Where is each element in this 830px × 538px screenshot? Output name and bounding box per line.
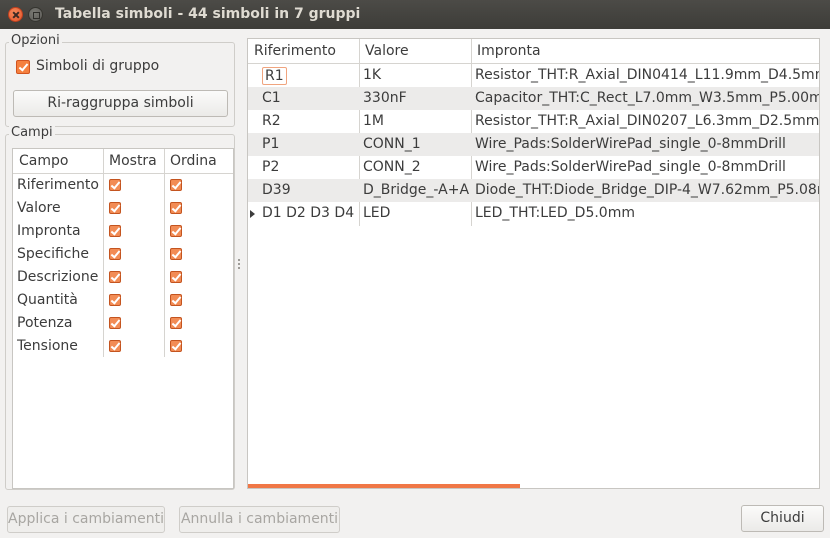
sort-field-checkbox[interactable] xyxy=(170,225,182,237)
column-header-campo[interactable]: Campo xyxy=(13,149,103,174)
field-row[interactable]: Tensione xyxy=(13,335,233,358)
symbol-value: CONN_1 xyxy=(363,136,421,152)
splitter-handle[interactable] xyxy=(237,259,241,271)
symbol-value: D_Bridge_-A+A xyxy=(363,182,469,198)
field-row[interactable]: Potenza xyxy=(13,312,233,335)
symbol-row[interactable]: D39 D_Bridge_-A+A Diode_THT:Diode_Bridge_D… xyxy=(248,179,819,202)
title-bar: Tabella simboli - 44 simboli in 7 gruppi xyxy=(0,0,830,29)
symbol-row[interactable]: P2 CONN_2 Wire_Pads:SolderWirePad_single_0… xyxy=(248,156,819,179)
symbol-row[interactable]: P1 CONN_1 Wire_Pads:SolderWirePad_single_0… xyxy=(248,133,819,156)
field-row[interactable]: Specifiche xyxy=(13,243,233,266)
column-header-valore[interactable]: Valore xyxy=(359,39,471,64)
symbol-row[interactable]: R2 1M Resistor_THT:R_Axial_DIN0207_L6.3mm_… xyxy=(248,110,819,133)
field-row[interactable]: Riferimento xyxy=(13,174,233,197)
symbol-reference: P2 xyxy=(262,159,280,175)
options-group-label: Opzioni xyxy=(9,33,62,48)
field-row[interactable]: Valore xyxy=(13,197,233,220)
show-field-checkbox[interactable] xyxy=(109,248,121,260)
show-field-checkbox[interactable] xyxy=(109,202,121,214)
symbol-footprint: Capacitor_THT:C_Rect_L7.0mm_W3.5mm_P5.00… xyxy=(475,90,819,106)
show-field-checkbox[interactable] xyxy=(109,340,121,352)
symbol-reference: R2 xyxy=(262,113,281,129)
field-name: Valore xyxy=(17,200,61,216)
field-name: Quantità xyxy=(17,292,78,308)
field-name: Potenza xyxy=(17,315,73,331)
sort-field-checkbox[interactable] xyxy=(170,271,182,283)
field-name: Descrizione xyxy=(17,269,99,285)
symbol-footprint: Wire_Pads:SolderWirePad_single_0-8mmDril… xyxy=(475,136,786,152)
symbol-value: 330nF xyxy=(363,90,407,106)
show-field-checkbox[interactable] xyxy=(109,225,121,237)
symbol-footprint: Resistor_THT:R_Axial_DIN0414_L11.9mm_D4.… xyxy=(475,67,819,83)
field-row[interactable]: Quantità xyxy=(13,289,233,312)
column-header-impronta[interactable]: Impronta xyxy=(471,39,819,64)
maximize-window-icon[interactable] xyxy=(28,7,43,22)
field-name: Impronta xyxy=(17,223,81,239)
sort-field-checkbox[interactable] xyxy=(170,248,182,260)
symbol-row[interactable]: R1 1K Resistor_THT:R_Axial_DIN0414_L11.9mm… xyxy=(248,64,819,87)
sort-field-checkbox[interactable] xyxy=(170,202,182,214)
symbol-value: CONN_2 xyxy=(363,159,421,175)
symbol-row[interactable]: C1 330nF Capacitor_THT:C_Rect_L7.0mm_W3.5m… xyxy=(248,87,819,110)
symbol-reference: R1 xyxy=(262,67,287,85)
group-symbols-checkbox[interactable] xyxy=(16,60,30,74)
symbol-footprint: Resistor_THT:R_Axial_DIN0207_L6.3mm_D2.5… xyxy=(475,113,819,129)
column-header-riferimento[interactable]: Riferimento xyxy=(248,39,359,64)
group-symbols-label[interactable]: Simboli di gruppo xyxy=(36,58,159,74)
symbol-footprint: LED_THT:LED_D5.0mm xyxy=(475,205,635,221)
symbol-reference: P1 xyxy=(262,136,280,152)
symbol-reference: D39 xyxy=(262,182,291,198)
close-window-icon[interactable] xyxy=(8,7,23,22)
field-row[interactable]: Descrizione xyxy=(13,266,233,289)
show-field-checkbox[interactable] xyxy=(109,271,121,283)
expand-arrow-icon[interactable] xyxy=(250,210,255,218)
horizontal-scrollbar[interactable] xyxy=(248,484,520,488)
show-field-checkbox[interactable] xyxy=(109,294,121,306)
symbols-table: Riferimento Valore Impronta R1 1K Resistor… xyxy=(247,38,820,489)
symbol-footprint: Diode_THT:Diode_Bridge_DIP-4_W7.62mm_P5.… xyxy=(475,182,819,198)
window-title: Tabella simboli - 44 simboli in 7 gruppi xyxy=(55,6,361,22)
revert-changes-button[interactable]: Annulla i cambiamenti xyxy=(179,506,340,533)
column-header-ordina[interactable]: Ordina xyxy=(164,149,233,174)
symbol-value: 1M xyxy=(363,113,384,129)
sort-field-checkbox[interactable] xyxy=(170,294,182,306)
sort-field-checkbox[interactable] xyxy=(170,317,182,329)
symbol-row[interactable]: D1 D2 D3 D4 D LED LED_THT:LED_D5.0mm xyxy=(248,202,819,225)
symbol-reference: D1 D2 D3 D4 D xyxy=(262,205,358,221)
close-button[interactable]: Chiudi xyxy=(741,505,824,532)
field-name: Tensione xyxy=(17,338,78,354)
sort-field-checkbox[interactable] xyxy=(170,340,182,352)
symbol-value: LED xyxy=(363,205,391,221)
symbols-table-header: Riferimento Valore Impronta xyxy=(248,39,819,64)
field-name: Specifiche xyxy=(17,246,89,262)
fields-group-label: Campi xyxy=(9,125,55,140)
sort-field-checkbox[interactable] xyxy=(170,179,182,191)
show-field-checkbox[interactable] xyxy=(109,317,121,329)
symbol-footprint: Wire_Pads:SolderWirePad_single_0-8mmDril… xyxy=(475,159,786,175)
field-name: Riferimento xyxy=(17,177,99,193)
column-header-mostra[interactable]: Mostra xyxy=(103,149,164,174)
show-field-checkbox[interactable] xyxy=(109,179,121,191)
apply-changes-button[interactable]: Applica i cambiamenti xyxy=(7,506,165,533)
regroup-symbols-button[interactable]: Ri-raggruppa simboli xyxy=(13,90,228,117)
field-row[interactable]: Impronta xyxy=(13,220,233,243)
symbol-reference: C1 xyxy=(262,90,281,106)
fields-table: Campo Mostra Ordina Riferimento Valore Imp… xyxy=(12,148,234,489)
fields-table-header: Campo Mostra Ordina xyxy=(13,149,233,174)
symbol-value: 1K xyxy=(363,67,382,83)
